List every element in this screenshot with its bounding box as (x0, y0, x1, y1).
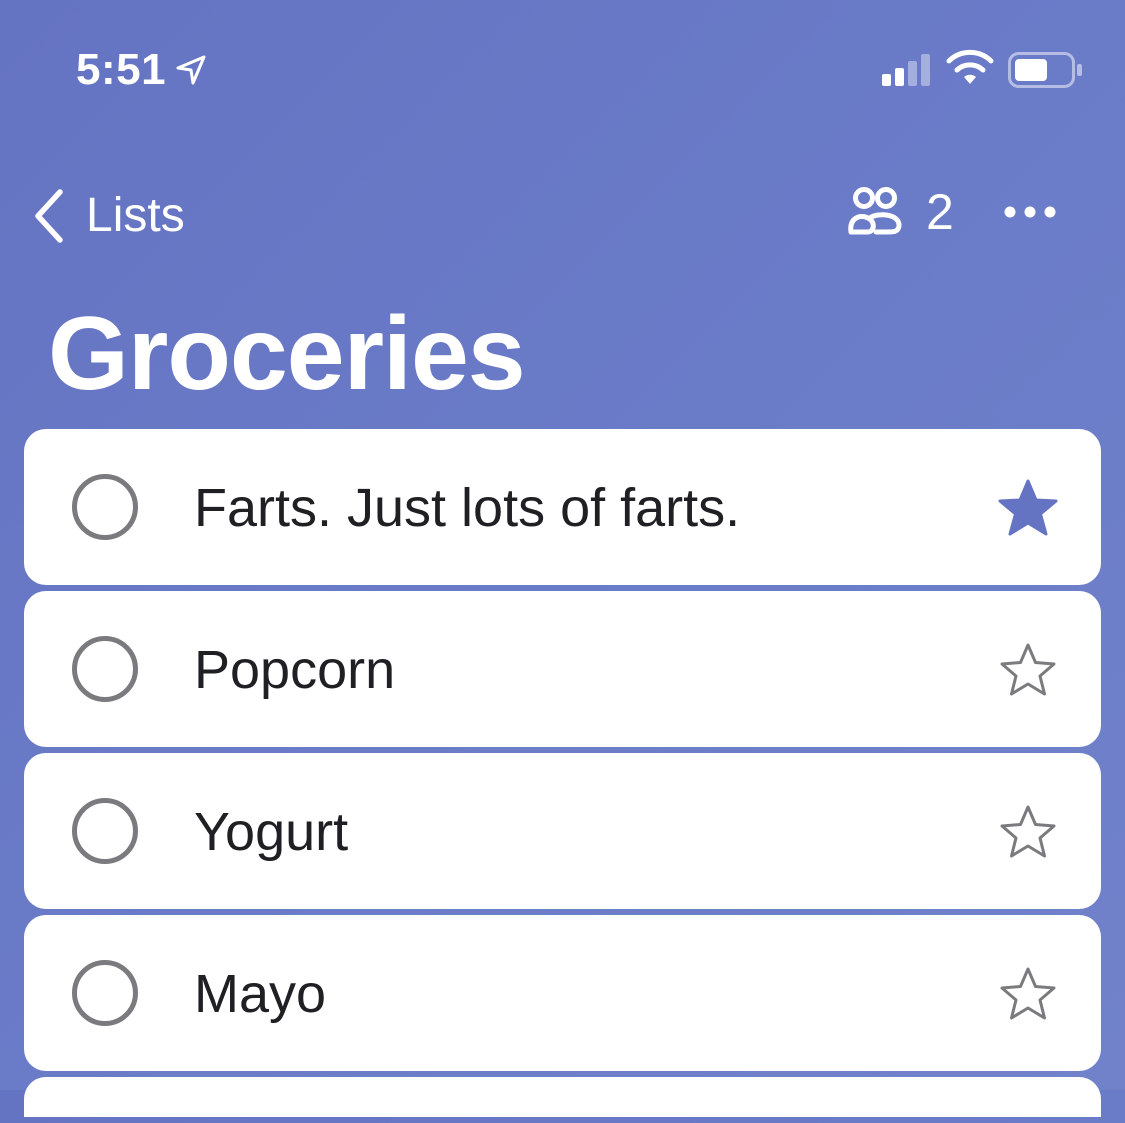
share-count: 2 (926, 184, 954, 240)
item-text: Yogurt (194, 802, 349, 862)
cellular-signal-icon (882, 54, 930, 86)
wifi-icon (946, 49, 994, 84)
complete-checkbox[interactable] (72, 960, 138, 1026)
star-outline-icon[interactable] (996, 801, 1060, 863)
ellipsis-icon[interactable] (1000, 192, 1060, 232)
star-filled-icon[interactable] (996, 477, 1060, 539)
list-item-partial[interactable] (24, 1077, 1101, 1117)
chevron-left-icon (35, 189, 63, 243)
star-outline-icon[interactable] (996, 963, 1060, 1025)
item-text: Farts. Just lots of farts. (194, 478, 741, 538)
shared-members-button[interactable]: 2 (846, 180, 954, 244)
page-title: Groceries (48, 296, 526, 412)
list-item[interactable]: Yogurt (24, 753, 1101, 909)
status-time: 5:51 (76, 45, 167, 94)
item-text: Popcorn (194, 640, 396, 700)
battery-icon (1008, 52, 1082, 88)
back-label: Lists (86, 189, 185, 242)
item-text: Mayo (194, 964, 327, 1024)
location-arrow-icon (176, 55, 206, 85)
complete-checkbox[interactable] (72, 636, 138, 702)
complete-checkbox[interactable] (72, 798, 138, 864)
list-item[interactable]: Farts. Just lots of farts. (24, 429, 1101, 585)
complete-checkbox[interactable] (72, 474, 138, 540)
todo-list: Farts. Just lots of farts. Popcorn Yogur… (24, 429, 1101, 1123)
star-outline-icon[interactable] (996, 639, 1060, 701)
navigation-bar: Lists 2 (0, 170, 1125, 260)
back-button[interactable]: Lists (30, 184, 185, 248)
list-item[interactable]: Mayo (24, 915, 1101, 1071)
list-item[interactable]: Popcorn (24, 591, 1101, 747)
people-icon (848, 187, 902, 235)
status-bar: 5:51 (0, 0, 1125, 140)
